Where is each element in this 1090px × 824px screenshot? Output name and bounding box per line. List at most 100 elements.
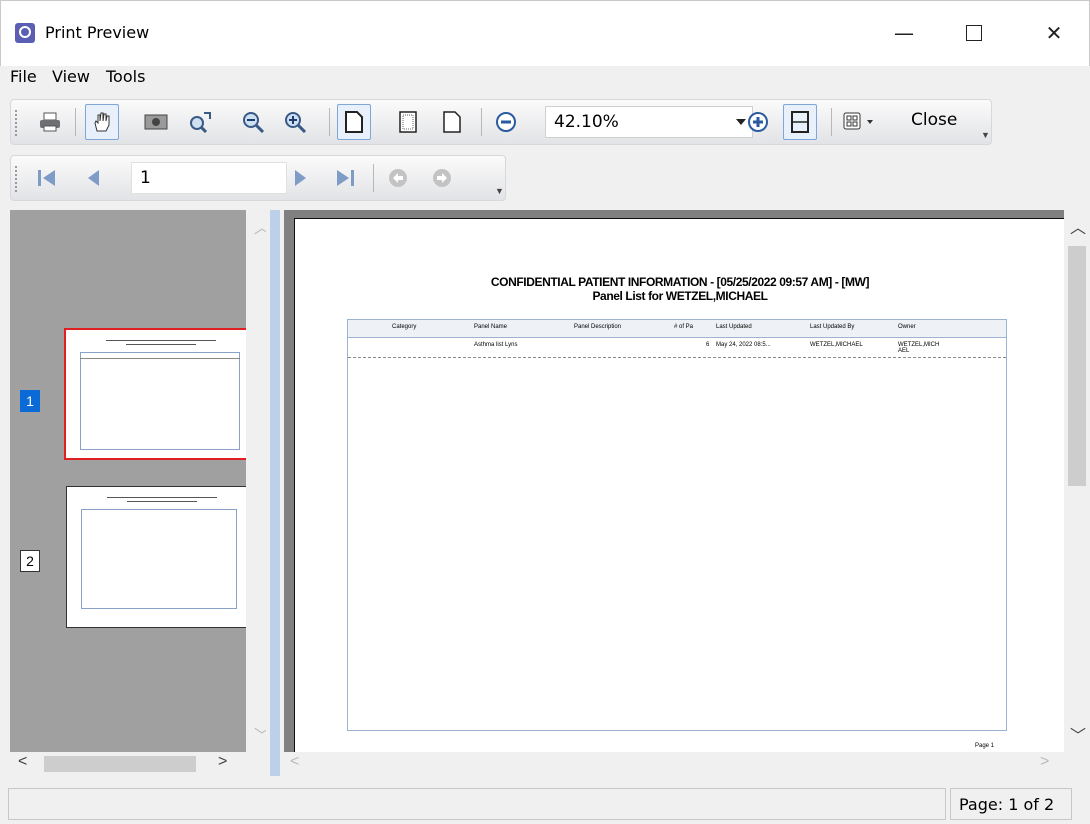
multiple-pages-button[interactable] [841,104,875,140]
scroll-right-icon[interactable]: > [1040,753,1049,771]
zoom-level-dropdown[interactable]: 42.10% [545,106,753,138]
minimize-icon: — [894,21,914,45]
close-preview-button[interactable]: Close [911,110,957,130]
column-header: Panel Description [574,324,622,330]
fit-page-height-button[interactable] [783,104,817,140]
window-title: Print Preview [45,23,150,42]
print-button[interactable] [33,104,67,140]
menu-view[interactable]: View [52,67,90,86]
preview-vertical-scrollbar[interactable]: ︿ ﹀ [1064,210,1090,752]
maximize-button[interactable] [951,11,997,55]
column-header: Panel Name [474,324,508,330]
toolbar-grip[interactable] [15,166,17,192]
thumbnail-vertical-scrollbar[interactable]: ︿ ﹀ [246,210,266,752]
toolbar-separator [831,108,832,136]
toolbar-grip[interactable] [15,110,17,136]
scroll-left-icon[interactable]: < [290,753,299,771]
next-page-button[interactable] [283,160,317,196]
snapshot-button[interactable] [139,104,173,140]
scroll-right-icon[interactable]: > [218,753,227,771]
toolbar-separator [75,108,76,136]
menu-bar: File View Tools [0,66,1090,92]
navigation-toolbar: 1 ▼ [10,155,506,201]
toolbar-overflow-icon[interactable]: ▼ [495,186,504,196]
page-setup-button[interactable] [435,104,469,140]
cell-count: 6 [706,342,710,348]
scroll-down-icon[interactable]: ﹀ [254,722,266,746]
menu-file[interactable]: File [10,67,37,86]
printer-icon [40,112,60,132]
back-button[interactable] [381,160,415,196]
thumb-frame [81,509,237,609]
maximize-icon [966,25,982,41]
thumbnail-number-1[interactable]: 1 [20,390,40,412]
thumbnail-page-2[interactable] [66,486,252,628]
zoom-tool-button[interactable] [183,104,217,140]
column-header: # of Pa [674,324,694,330]
toolbar-separator [373,164,374,192]
menu-tools[interactable]: Tools [106,67,145,86]
thumbnail-panel[interactable]: 1 2 ︿ ﹀ [10,210,266,752]
scrollbar-thumb[interactable] [44,756,196,772]
hand-icon [94,112,110,132]
forward-circle-icon [433,169,451,187]
page-margins-icon [399,111,417,133]
main-toolbar: 42.10% Close ▼ [10,99,992,145]
close-icon: ✕ [1045,21,1063,45]
minimize-button[interactable]: — [881,11,927,55]
report-page: CONFIDENTIAL PATIENT INFORMATION - [05/2… [294,218,1064,752]
last-page-icon [337,170,354,186]
back-circle-icon [389,169,407,187]
scroll-down-icon[interactable]: ﹀ [1070,722,1086,746]
preview-area[interactable]: CONFIDENTIAL PATIENT INFORMATION - [05/2… [284,210,1064,752]
toolbar-separator [329,108,330,136]
grid-header: Category Panel Name Panel Description # … [348,320,1006,338]
close-window-button[interactable]: ✕ [1031,11,1077,55]
thumbnail-horizontal-scrollbar[interactable]: < > [10,752,266,776]
cell-owner: WETZEL,MICH AEL [898,342,940,354]
next-arrow-icon [295,170,306,186]
column-header: Last Updated [716,324,752,330]
current-page-input[interactable]: 1 [131,162,287,194]
cell-panel-name: Asthma list Lyns [474,342,518,348]
scroll-up-icon[interactable]: ︿ [254,214,266,238]
first-page-button[interactable] [29,160,63,196]
forward-button[interactable] [425,160,459,196]
toolbar-separator [481,108,482,136]
zoom-decrease-button[interactable] [489,104,523,140]
preview-horizontal-scrollbar[interactable]: < > [284,752,1090,776]
last-page-button[interactable] [329,160,363,196]
thumbnail-page-1[interactable] [64,328,254,460]
page-count-status: Page: 1 of 2 [950,788,1072,820]
thumb-subtitle-line [126,344,196,345]
zoom-out-icon [243,112,265,133]
first-page-icon [38,170,55,186]
single-page-button[interactable] [337,104,371,140]
scroll-up-icon[interactable]: ︿ [1070,214,1086,238]
magnifier-select-icon [190,112,211,133]
column-header: Last Updated By [810,324,855,330]
previous-page-button[interactable] [77,160,111,196]
scroll-left-icon[interactable]: < [18,753,27,771]
fit-height-icon [791,111,809,133]
thumb-frame [80,352,240,450]
multi-page-grid-icon [843,112,873,130]
zoom-out-button[interactable] [237,104,271,140]
cell-last-updated-by: WETZEL,MICHAEL [810,342,863,348]
thumb-row-line [80,358,240,359]
status-message-field [8,788,946,820]
hand-tool-button[interactable] [85,104,119,140]
zoom-level-value: 42.10% [554,112,619,132]
scrollbar-thumb[interactable] [1068,246,1086,486]
thumbnail-number-2[interactable]: 2 [20,550,40,572]
zoom-in-icon [285,112,307,133]
page-setup-icon [443,111,461,133]
panel-splitter[interactable] [270,210,280,776]
page-margins-button[interactable] [391,104,425,140]
zoom-increase-button[interactable] [741,104,775,140]
status-bar: Page: 1 of 2 [0,786,1090,824]
toolbar-overflow-icon[interactable]: ▼ [981,130,990,140]
column-header: Category [392,324,417,330]
report-title: CONFIDENTIAL PATIENT INFORMATION - [05/2… [490,275,870,289]
zoom-in-button[interactable] [279,104,313,140]
